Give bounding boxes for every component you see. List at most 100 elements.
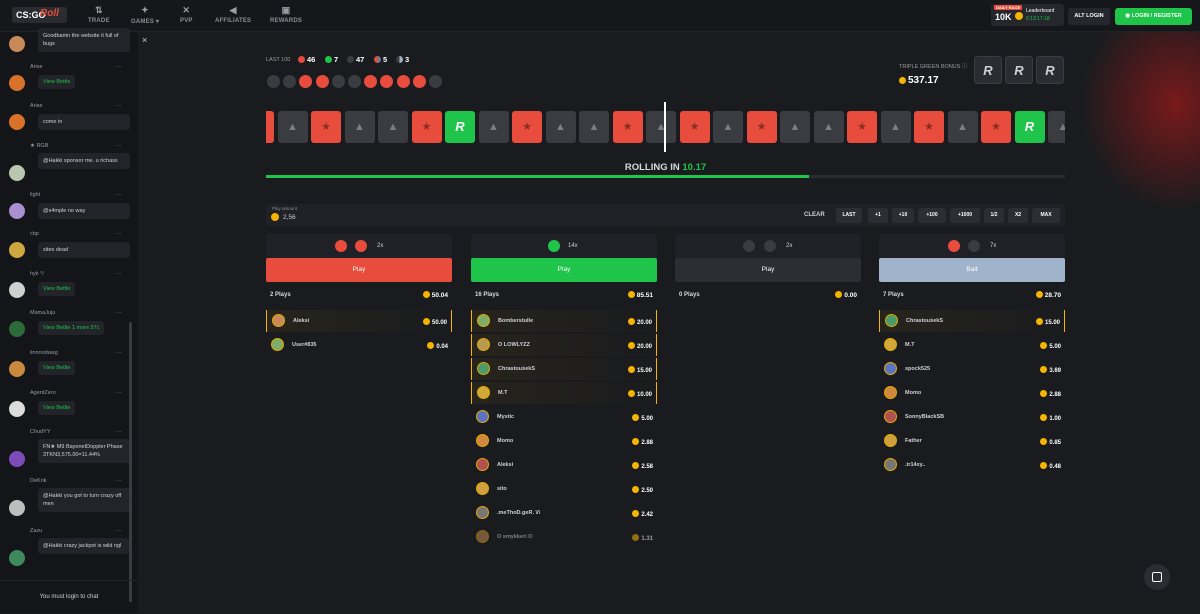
avatar	[477, 314, 490, 327]
chat-username[interactable]: AgentZero	[30, 390, 56, 396]
player-bet: 5.00	[1040, 342, 1061, 350]
bet-max-button[interactable]: MAX	[1032, 208, 1060, 223]
chat-username[interactable]: iinnnodawg	[30, 350, 58, 356]
column-multiplier: 7x	[990, 243, 997, 249]
player-row: .tr14xy.. 0.48	[879, 454, 1065, 476]
more-icon[interactable]: ...	[116, 270, 121, 276]
chat-username[interactable]: Zazu	[30, 528, 42, 534]
player-bet: 10.00	[627, 390, 652, 398]
coin-icon	[422, 291, 430, 298]
login-register-button[interactable]: ◉ LOGIN / REGISTER	[1115, 8, 1192, 25]
bet-double-button[interactable]: X2	[1008, 208, 1028, 223]
player-row: M.T 10.00	[471, 382, 657, 404]
history-dot	[267, 75, 280, 88]
view-battle-link[interactable]: View Bettle	[38, 282, 76, 296]
dark-tile: ▲	[277, 111, 308, 143]
bet-plus10-button[interactable]: +10	[892, 208, 914, 223]
avatar	[476, 410, 489, 423]
bet-amount-input[interactable]: 2,56	[283, 214, 296, 221]
swords-icon: ✕	[182, 5, 191, 15]
chat-username[interactable]: DeKnk	[30, 478, 47, 484]
nav-trade[interactable]: ⇅ TRADE	[88, 5, 110, 24]
avatar	[272, 314, 285, 327]
player-name: User#835	[292, 342, 317, 348]
more-icon[interactable]: ...	[116, 102, 121, 108]
chat-login-notice: You must login to chat	[0, 580, 138, 613]
info-icon[interactable]: ⓘ	[962, 64, 968, 70]
bet-plus100-button[interactable]: +100	[918, 208, 946, 223]
chat-username[interactable]: ChudYY	[30, 429, 51, 435]
chat-username[interactable]: cbp	[30, 231, 39, 237]
trade-icon: ⇅	[94, 5, 103, 15]
chat-message-text: @s4mple no way	[38, 203, 130, 219]
player-bet-value: 1.31	[641, 536, 653, 542]
avatar	[9, 203, 25, 219]
more-icon[interactable]: ...	[116, 428, 121, 434]
history-dot	[315, 75, 329, 88]
bet-last-button[interactable]: LAST	[836, 208, 862, 223]
dark-tile-icon	[743, 240, 755, 252]
more-icon[interactable]: ...	[116, 477, 121, 483]
rolling-progress-fill	[266, 175, 810, 178]
more-icon[interactable]: ...	[116, 309, 121, 315]
chat-scrollbar[interactable]	[129, 322, 132, 602]
column-header: 14x	[471, 234, 657, 258]
more-icon[interactable]: ...	[116, 389, 121, 395]
view-battle-link[interactable]: View Bettle	[38, 75, 76, 89]
chat-username[interactable]: Arise	[30, 64, 43, 70]
more-icon[interactable]: ...	[116, 191, 121, 197]
player-bet: 2.50	[632, 486, 653, 494]
close-chat-icon[interactable]: ×	[142, 35, 147, 45]
bet-plus1-button[interactable]: +1	[868, 208, 888, 223]
view-battle-link[interactable]: View Bettle	[38, 361, 76, 375]
nav-games[interactable]: ✦ GAMES ▾	[131, 5, 159, 25]
player-name: ChrastouśekS	[906, 318, 943, 324]
nav-affiliates[interactable]: ◀ AFFILIATES	[215, 5, 251, 24]
view-battle-link[interactable]: View Bettle 1 more 57c	[38, 321, 105, 335]
more-icon[interactable]: ...	[116, 349, 121, 355]
clear-button[interactable]: CLEAR	[804, 212, 825, 218]
dark-tile: ▲	[880, 111, 911, 143]
player-name: Aleksi	[293, 318, 310, 324]
chat-username[interactable]: ★ RGB	[30, 143, 48, 149]
dark-tile: ▲	[478, 111, 509, 143]
avatar	[477, 386, 490, 399]
more-icon[interactable]: ...	[116, 63, 121, 69]
nav-pvp[interactable]: ✕ PVP	[180, 5, 193, 24]
player-bet-value: 2.42	[641, 512, 653, 518]
more-icon[interactable]: ...	[116, 142, 121, 148]
history-dot	[364, 75, 378, 88]
player-bet: 20.00	[627, 342, 652, 350]
nav-rewards[interactable]: ▣ REWARDS	[270, 5, 302, 24]
plays-count: 0 Plays	[679, 292, 700, 298]
player-bet-value: 2.58	[641, 464, 653, 470]
chat-username[interactable]: MamaJuju	[30, 310, 55, 316]
bet-plus1000-button[interactable]: +1000	[950, 208, 980, 223]
daily-race-widget[interactable]: DAILY RACE 10K Leaderboard 6:13:17:18	[991, 4, 1064, 26]
play-green-button[interactable]: Play	[471, 258, 657, 282]
column-total-value: 0.00	[844, 292, 857, 299]
red-tile: ★	[311, 111, 341, 143]
play-dark-button[interactable]: Play	[675, 258, 861, 282]
player-bet: 50.00	[422, 318, 447, 326]
site-logo[interactable]: CS:GO Roll	[12, 7, 67, 23]
more-icon[interactable]: ...	[116, 527, 121, 533]
bet-half-button[interactable]: 1/2	[984, 208, 1004, 223]
dark-tile: ▲	[813, 111, 844, 143]
chat-username[interactable]: Arise	[30, 103, 43, 109]
alt-login-button[interactable]: ALT LOGIN	[1068, 8, 1110, 25]
column-total: 0.00	[835, 291, 857, 299]
count-bait-dark: 3	[396, 55, 409, 64]
red-tile: ★	[612, 111, 643, 143]
view-battle-link[interactable]: View Bettle	[38, 401, 76, 415]
more-icon[interactable]: ...	[116, 230, 121, 236]
play-bait-button[interactable]: Bait	[879, 258, 1065, 282]
support-chat-button[interactable]	[1144, 564, 1170, 590]
chat-username[interactable]: light	[30, 192, 40, 198]
coin-icon	[627, 342, 635, 349]
nav-rewards-label: REWARDS	[270, 18, 303, 24]
play-red-button[interactable]: Play	[266, 258, 452, 282]
avatar	[9, 75, 25, 91]
count-green: 7	[325, 55, 338, 64]
chat-username[interactable]: hyk °/	[30, 271, 44, 277]
